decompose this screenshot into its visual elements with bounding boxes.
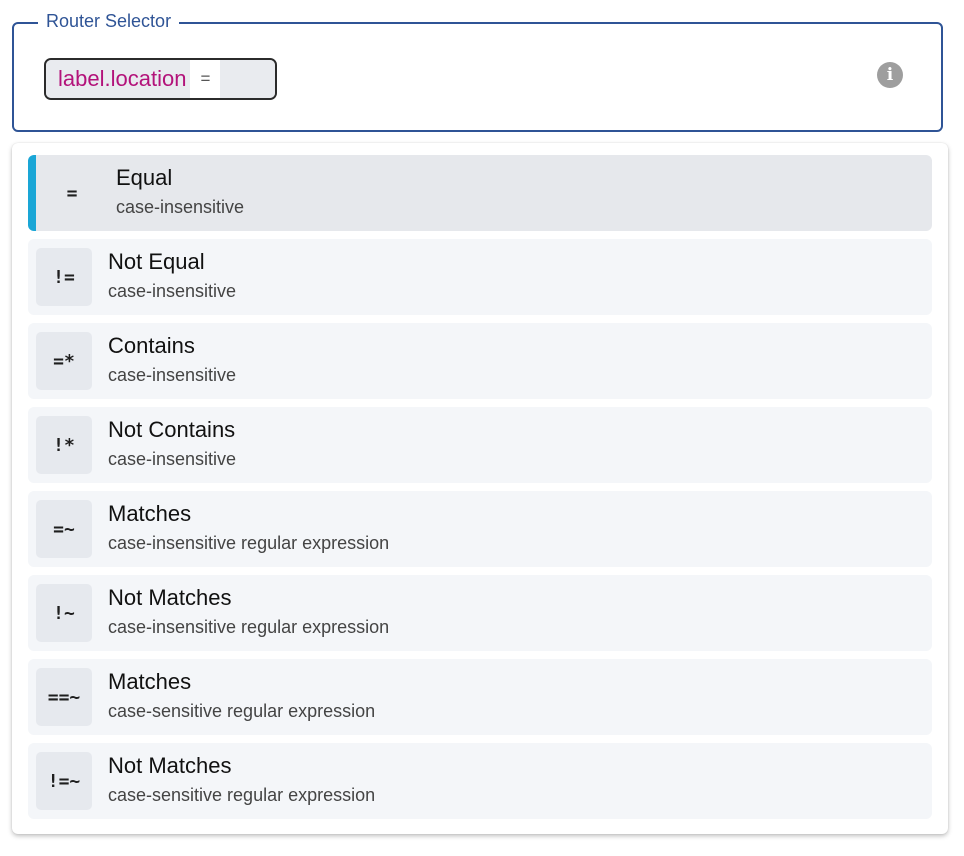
option-title: Equal	[116, 165, 173, 190]
option-subtitle: case-sensitive regular expression	[108, 701, 376, 721]
chip-operator: =	[190, 60, 221, 98]
option-title: Contains	[108, 333, 195, 358]
option-subtitle: case-insensitive regular expression	[108, 617, 390, 637]
option-matches[interactable]: =~ Matches case-insensitive regular expr…	[28, 491, 932, 567]
option-title: Not Equal	[108, 249, 205, 274]
option-not-contains[interactable]: !* Not Contains case-insensitive	[28, 407, 932, 483]
option-subtitle: case-insensitive	[108, 281, 237, 301]
operator-symbol: =~	[36, 500, 92, 558]
info-icon[interactable]: i	[877, 62, 903, 88]
selector-chip[interactable]: label.location =	[44, 58, 277, 100]
operator-symbol: !~	[36, 584, 92, 642]
option-subtitle: case-sensitive regular expression	[108, 785, 376, 805]
option-matches-case-sensitive[interactable]: ==~ Matches case-sensitive regular expre…	[28, 659, 932, 735]
field-legend: Router Selector	[38, 10, 180, 32]
chip-value-input[interactable]	[220, 60, 275, 98]
option-subtitle: case-insensitive regular expression	[108, 533, 390, 553]
option-contains[interactable]: =* Contains case-insensitive	[28, 323, 932, 399]
option-not-matches-case-sensitive[interactable]: !=~ Not Matches case-sensitive regular e…	[28, 743, 932, 819]
chip-key: label.location	[46, 60, 191, 98]
operator-symbol: =*	[36, 332, 92, 390]
option-not-matches[interactable]: !~ Not Matches case-insensitive regular …	[28, 575, 932, 651]
operator-symbol: !=~	[36, 752, 92, 810]
operator-symbol: !*	[36, 416, 92, 474]
option-not-equal[interactable]: != Not Equal case-insensitive	[28, 239, 932, 315]
option-subtitle: case-insensitive	[108, 365, 237, 385]
option-title: Not Contains	[108, 417, 236, 442]
operator-symbol: !=	[36, 248, 92, 306]
operator-symbol: ==~	[36, 668, 92, 726]
option-title: Matches	[108, 501, 192, 526]
option-equal[interactable]: = Equal case-insensitive	[28, 155, 932, 231]
option-title: Not Matches	[108, 585, 232, 610]
operator-dropdown: = Equal case-insensitive != Not Equal ca…	[12, 143, 948, 834]
option-subtitle: case-insensitive	[108, 449, 237, 469]
operator-symbol: =	[66, 182, 78, 204]
option-title: Not Matches	[108, 753, 232, 778]
option-subtitle: case-insensitive	[116, 197, 245, 217]
option-title: Matches	[108, 669, 192, 694]
